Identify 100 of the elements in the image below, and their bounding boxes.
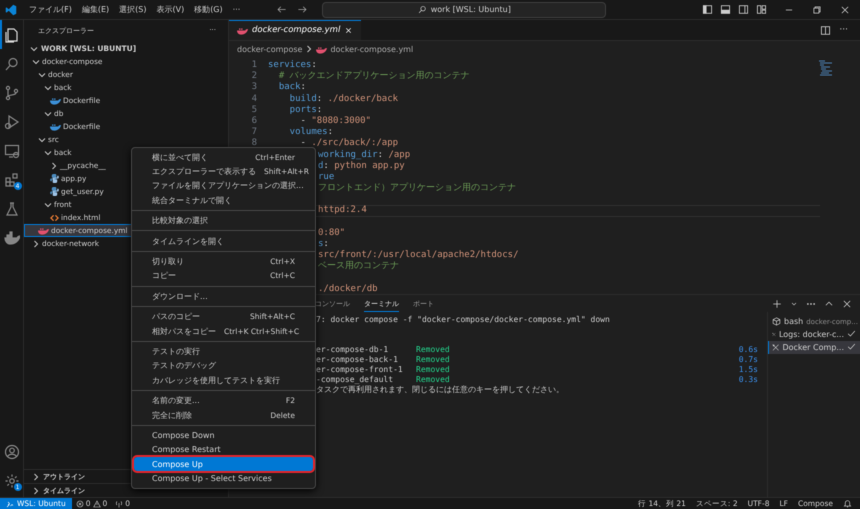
container-name: er-compose-back-1 (316, 355, 399, 365)
code-line: s: (318, 239, 329, 250)
status-text: Removed (416, 345, 450, 355)
menu-item[interactable]: 統合ターミナルで開く (134, 193, 313, 208)
more-actions-button[interactable]: ··· (839, 25, 848, 35)
chevron-down-icon (44, 200, 52, 208)
restore-icon (812, 4, 822, 14)
code-line: - ./src/back/:/app (300, 138, 398, 150)
menu-item[interactable]: ファイル(F) (25, 4, 76, 15)
line-number: 1 (250, 60, 258, 71)
breadcrumb[interactable]: docker-compose (237, 44, 302, 54)
flask-icon (4, 200, 20, 216)
status-text: Removed (416, 365, 450, 375)
menu-item[interactable]: Compose Down (134, 428, 313, 443)
close-icon (842, 298, 852, 308)
code-line: ports: (288, 104, 322, 116)
line-number: 8 (250, 138, 258, 150)
menu-item[interactable]: 選択(S) (115, 4, 150, 15)
code-line: src/front/:/usr/local/apache2/htdocs/ (318, 250, 518, 261)
line-number: 2 (250, 71, 258, 82)
whale-icon (38, 226, 49, 235)
editor-tab[interactable]: docker-compose.yml (229, 20, 362, 40)
chevron-right-icon (305, 45, 314, 53)
sidebar-toggle-icon (702, 4, 713, 15)
menu-item[interactable]: テストの実行 (134, 344, 313, 359)
duration-text: 0.3s (738, 375, 759, 385)
terminal-list-item[interactable]: Docker Comp... (768, 341, 860, 354)
terminal-line: タスクで再利用されます、閉じるには任意のキーを押してください。 (316, 385, 564, 395)
menu-item[interactable]: タイムラインを開く (134, 234, 313, 248)
close-icon (840, 4, 850, 14)
warning-icon (92, 500, 100, 508)
search-icon (4, 56, 20, 72)
terminal-line: 7: docker compose -f "docker-compose/docker-compose.yml" down (316, 315, 610, 325)
line-number: 7 (250, 127, 258, 138)
duration-text: 1.5s (738, 365, 759, 375)
duration-text: 0.7s (738, 355, 759, 365)
split-editor-icon (820, 24, 832, 36)
line-number: 5 (250, 104, 258, 116)
extensions-icon (4, 172, 20, 188)
remote-monitor-icon (4, 142, 20, 158)
chevron-down-icon (44, 110, 52, 118)
container-name: er-compose-front-1 (316, 365, 404, 375)
whale-icon (316, 44, 328, 54)
container-name: -compose_default (316, 375, 394, 385)
menu-item[interactable]: ファイルを開くアプリケーションの選択... (134, 178, 313, 194)
whale-icon (237, 26, 248, 34)
antenna-icon (115, 500, 124, 508)
line-number: 4 (250, 94, 258, 105)
menu-item[interactable]: ··· (228, 5, 244, 14)
container-name: er-compose-db-1 (316, 345, 390, 355)
chevron-right-icon (50, 162, 58, 170)
code-brackets-icon (50, 214, 59, 222)
layout-icon (756, 4, 767, 15)
cube-icon (772, 317, 781, 326)
menu-item[interactable]: 編集(E) (78, 4, 114, 15)
search-icon (418, 5, 427, 14)
code-line: d: python app.py (318, 160, 405, 172)
python-file-icon (50, 187, 59, 196)
run-debug-icon (4, 114, 20, 130)
code-line: # バックエンドアプリケーション用のコンテナ (278, 71, 470, 82)
back-arrow-icon (276, 4, 288, 15)
menu-item[interactable]: 表示(V) (152, 4, 188, 15)
whale-icon (4, 230, 20, 246)
status-text: Removed (416, 375, 450, 385)
code-line: build: ./docker/back (288, 94, 398, 105)
line-number: 6 (250, 116, 258, 128)
breadcrumb[interactable]: docker-compose.yml (330, 44, 414, 54)
remote-icon (6, 500, 14, 508)
menu-item[interactable]: Compose Restart (134, 442, 313, 458)
source-control-icon (4, 84, 20, 100)
plus-icon (772, 298, 782, 308)
error-icon (76, 500, 84, 508)
code-line: back: (278, 82, 306, 94)
vscode-logo-icon (5, 4, 17, 16)
whale-icon (50, 96, 61, 105)
account-icon (4, 444, 20, 460)
files-icon (4, 26, 20, 42)
code-line: ./docker/db (318, 284, 378, 294)
code-line: services: (268, 60, 317, 72)
menu-item[interactable]: テストのデバッグ (134, 358, 313, 374)
menu-item[interactable]: Compose Up (134, 457, 313, 472)
terminal-list-item[interactable]: Logs: docker-c... (768, 328, 860, 341)
whale-icon (50, 122, 61, 131)
panel-toggle-icon (720, 4, 731, 15)
duration-text: 0.6s (738, 345, 759, 355)
python-file-icon (50, 174, 59, 183)
status-text: Removed (416, 355, 450, 365)
secondary-sidebar-icon (738, 4, 749, 15)
menu-item[interactable]: 移動(G) (190, 4, 227, 15)
code-line: working_dir: /app (318, 150, 410, 161)
bell-icon (843, 499, 852, 508)
code-line: ベース用のコンテナ (318, 261, 399, 273)
line-number: 3 (250, 82, 258, 94)
code-line: フロントエンド）アプリケーション用のコンテナ (318, 183, 516, 194)
code-line: 0:80" (318, 228, 346, 239)
menu-item[interactable]: カバレッジを使用してテストを実行 (134, 373, 313, 388)
menu-item[interactable]: ダウンロード... (134, 289, 313, 304)
code-line: rue (318, 172, 334, 184)
command-center-search[interactable]: work [WSL: Ubuntu] (322, 2, 606, 18)
forward-arrow-icon (297, 4, 308, 15)
